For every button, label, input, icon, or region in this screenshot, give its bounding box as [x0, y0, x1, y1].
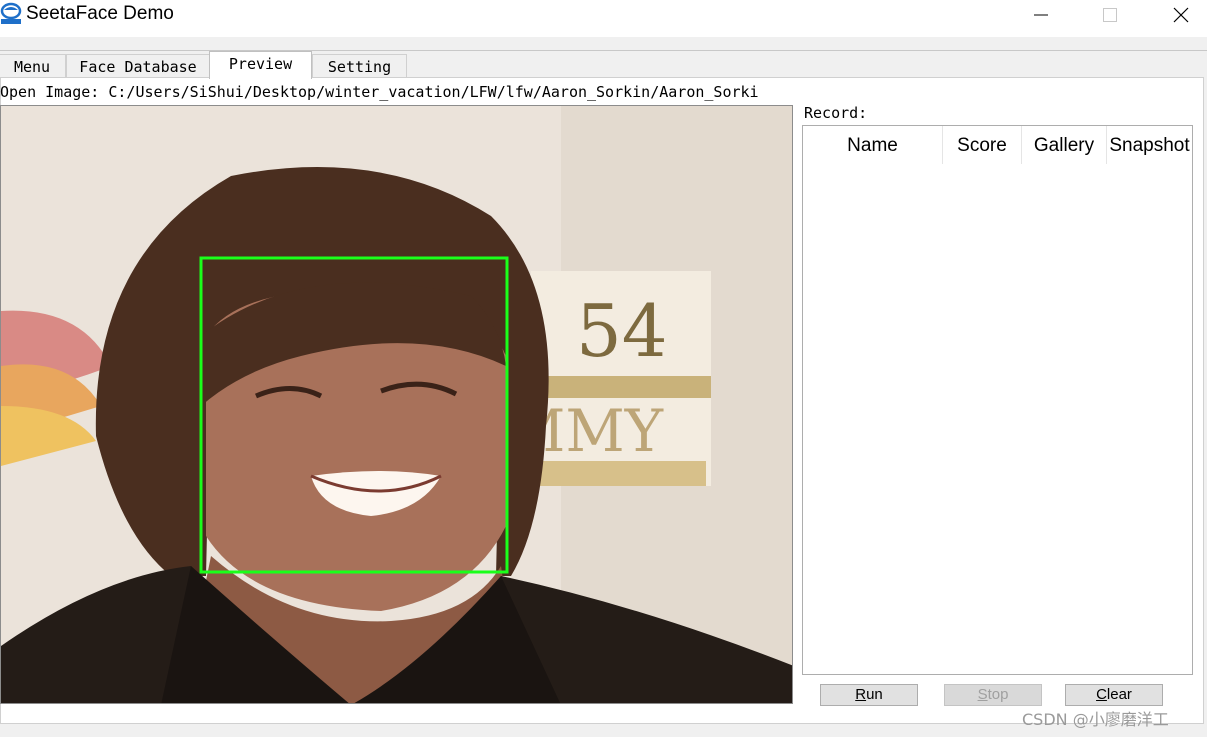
stop-button-accel: S: [977, 686, 988, 703]
record-table-header: Name Score Gallery Snapshot: [803, 126, 1192, 164]
tab-setting[interactable]: Setting: [312, 54, 407, 78]
clear-button-label: lear: [1106, 686, 1132, 703]
stop-button-label: top: [987, 686, 1009, 703]
record-table[interactable]: Name Score Gallery Snapshot: [802, 125, 1193, 675]
run-button-label: un: [866, 686, 883, 703]
tab-setting-label: Setting: [327, 58, 392, 76]
clear-button[interactable]: Clear: [1065, 684, 1163, 706]
tab-menu[interactable]: Menu: [0, 54, 66, 78]
column-header-snapshot[interactable]: Snapshot: [1107, 126, 1192, 164]
preview-image-frame: 54 MMY: [0, 105, 793, 704]
maximize-icon: [1103, 8, 1117, 22]
tab-face-database-label: Face Database: [79, 58, 197, 76]
tab-preview-label: Preview: [228, 55, 293, 73]
preview-photo: 54 MMY: [1, 106, 792, 703]
close-button[interactable]: [1158, 0, 1204, 30]
minimize-icon: [1034, 14, 1048, 16]
app-logo-icon: [0, 2, 22, 24]
run-button[interactable]: Run: [820, 684, 918, 706]
tab-menu-label: Menu: [13, 58, 51, 76]
stop-button[interactable]: Stop: [944, 684, 1042, 706]
title-bar: SeetaFace Demo: [0, 0, 1207, 37]
csdn-watermark: CSDN @小廖磨洋工: [1022, 710, 1169, 729]
column-header-name[interactable]: Name: [803, 126, 943, 164]
record-label: Record:: [804, 104, 868, 122]
tab-face-database[interactable]: Face Database: [66, 54, 210, 78]
sign-number-text: 54: [576, 289, 668, 373]
maximize-button[interactable]: [1087, 0, 1133, 30]
window-title: SeetaFace Demo: [26, 3, 174, 24]
open-image-path: Open Image: C:/Users/SiShui/Desktop/wint…: [0, 83, 760, 101]
column-header-gallery[interactable]: Gallery: [1022, 126, 1107, 164]
clear-button-accel: C: [1096, 686, 1107, 703]
run-button-accel: R: [855, 686, 867, 703]
tab-preview[interactable]: Preview: [209, 51, 312, 79]
close-icon: [1173, 7, 1189, 23]
minimize-button[interactable]: [1018, 0, 1064, 30]
column-header-score[interactable]: Score: [943, 126, 1022, 164]
